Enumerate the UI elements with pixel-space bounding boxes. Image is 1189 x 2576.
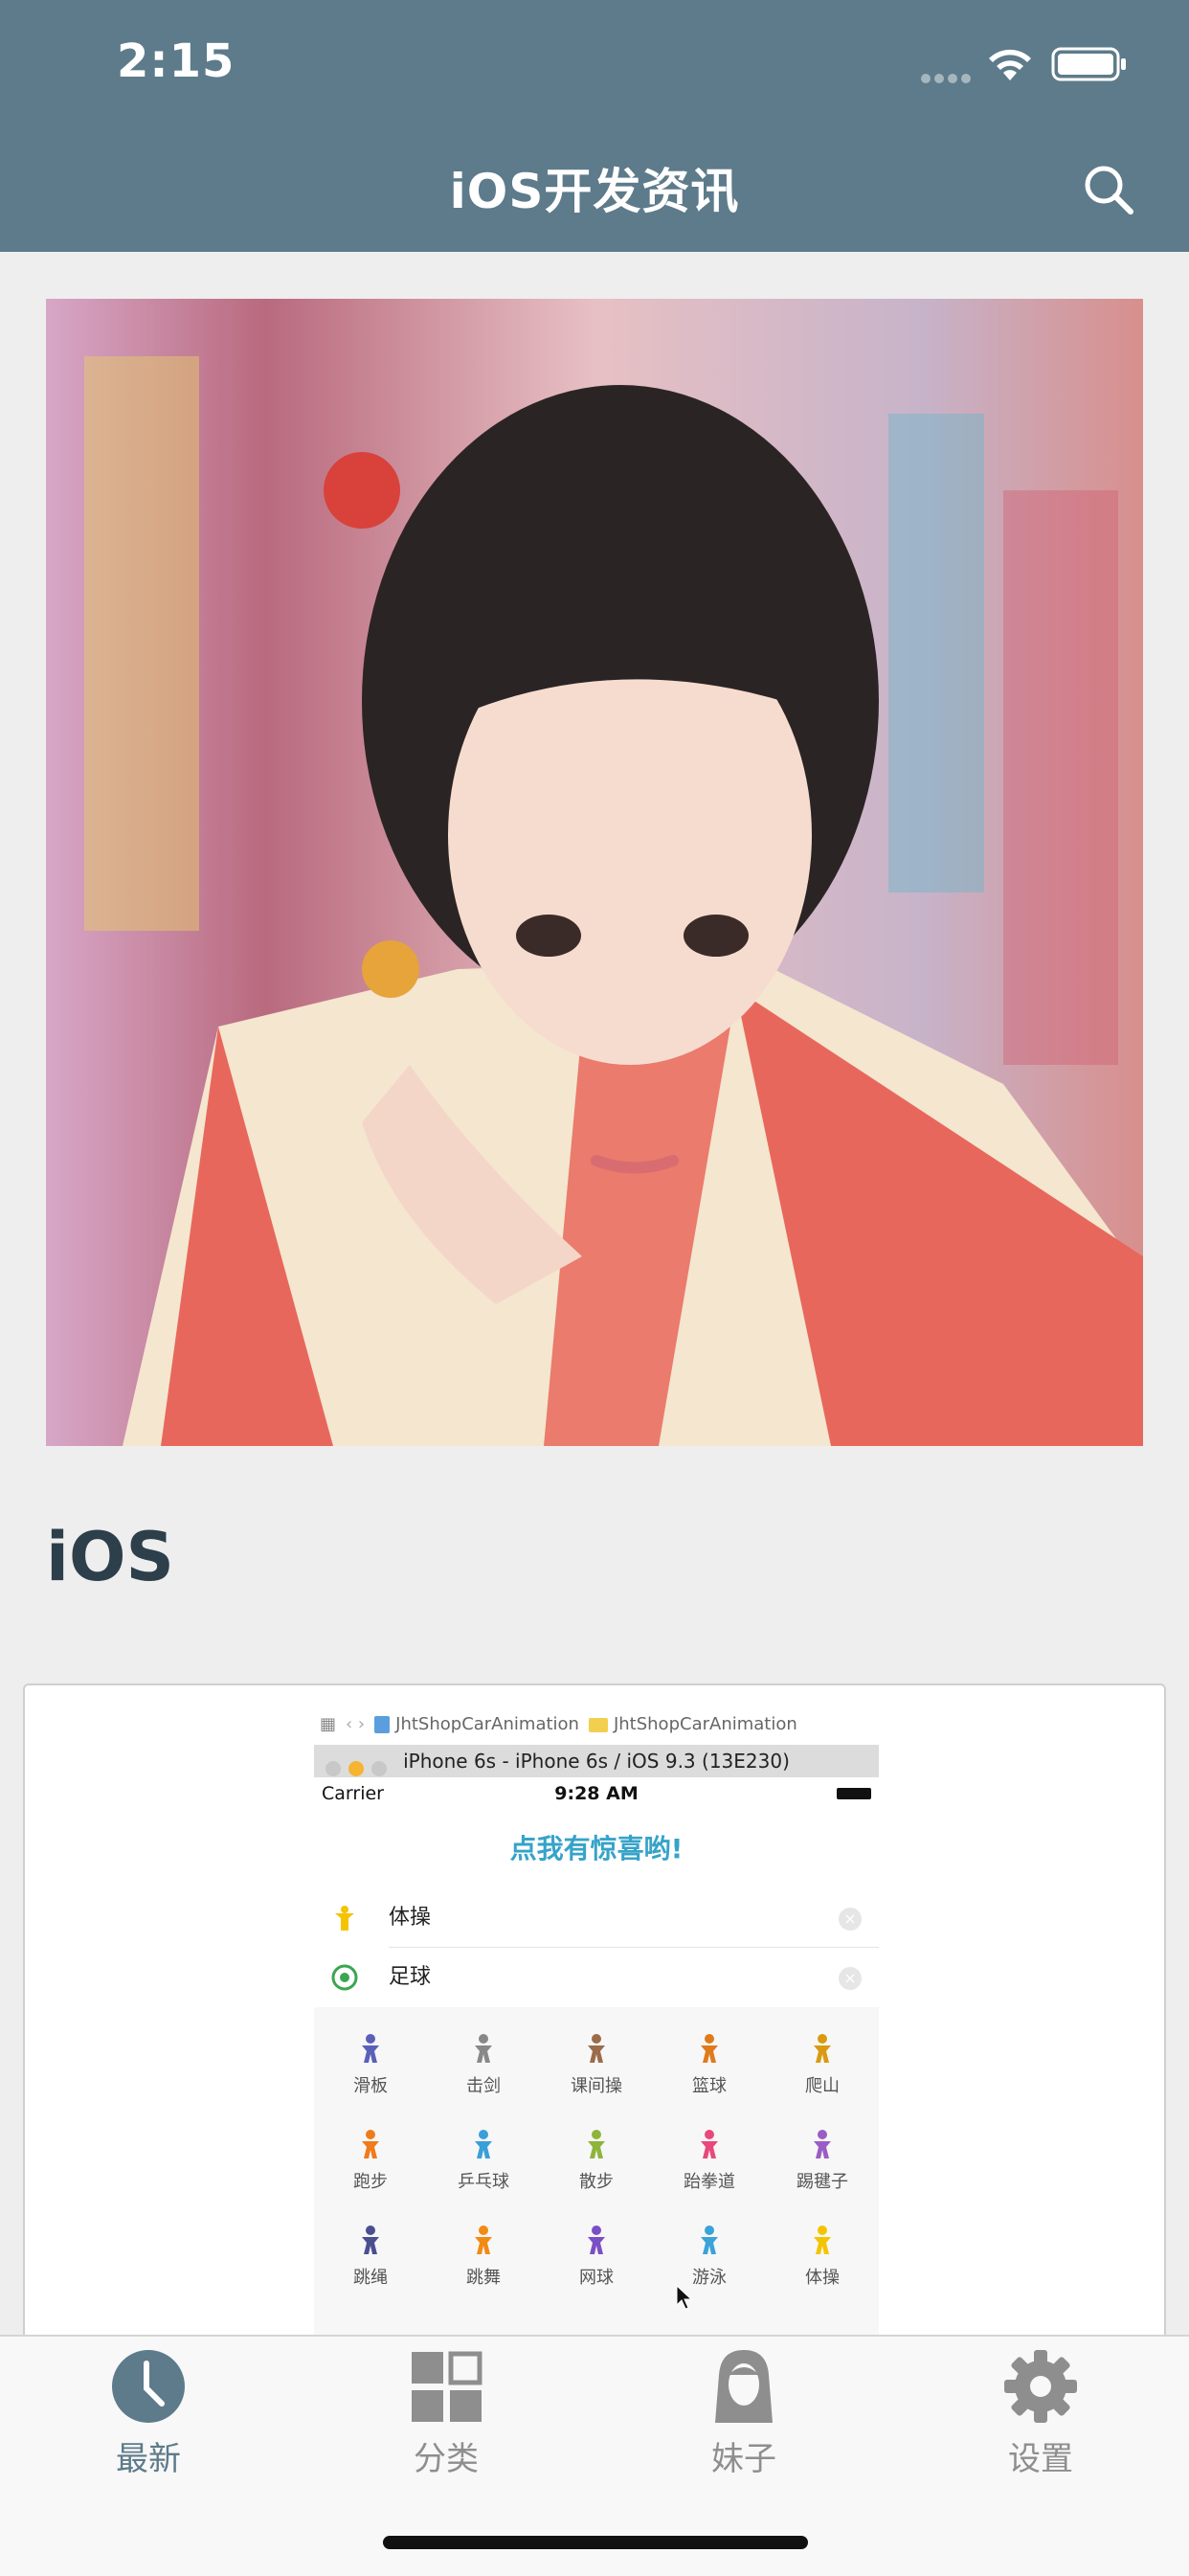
sport-icon bbox=[814, 2034, 831, 2063]
sport-label: 乒乓球 bbox=[458, 2172, 509, 2192]
nav-bar: 2:15 iOS开发资讯 bbox=[0, 0, 1189, 252]
sport-grid-item: 跑步 bbox=[314, 2120, 427, 2216]
tab-settings[interactable]: 设置 bbox=[945, 2346, 1136, 2499]
sport-grid-item: 网球 bbox=[540, 2216, 653, 2312]
sport-grid-item: 跆拳道 bbox=[653, 2120, 766, 2216]
sport-grid-item: 跳舞 bbox=[427, 2216, 540, 2312]
sport-icon bbox=[475, 2226, 492, 2254]
sport-icon bbox=[814, 2130, 831, 2158]
sport-label: 网球 bbox=[579, 2268, 614, 2288]
tab-settings-label: 设置 bbox=[1008, 2440, 1073, 2478]
preview-row: 足球 × bbox=[314, 1948, 879, 2007]
sport-label: 跑步 bbox=[353, 2172, 388, 2192]
cellular-signal-icon bbox=[921, 69, 975, 87]
sport-icon bbox=[362, 2226, 379, 2254]
grid-icon bbox=[412, 2351, 482, 2422]
sport-grid-item: 体操 bbox=[766, 2216, 879, 2312]
girl-icon bbox=[715, 2350, 773, 2423]
tab-girl[interactable]: 妹子 bbox=[648, 2346, 840, 2499]
clock-icon bbox=[112, 2350, 185, 2423]
section-title: iOS bbox=[46, 1518, 174, 1596]
sport-grid-item: 游泳 bbox=[653, 2216, 766, 2312]
status-time: 2:15 bbox=[117, 34, 236, 88]
soccer-icon bbox=[331, 1964, 358, 1991]
gear-icon bbox=[1004, 2350, 1077, 2423]
sport-label: 跳绳 bbox=[353, 2268, 388, 2288]
sport-label: 滑板 bbox=[353, 2076, 388, 2096]
sport-label: 篮球 bbox=[692, 2076, 727, 2096]
sport-icon bbox=[475, 2130, 492, 2158]
sport-grid-item: 爬山 bbox=[766, 2024, 879, 2120]
sport-grid-item: 篮球 bbox=[653, 2024, 766, 2120]
sport-icon bbox=[701, 2034, 718, 2063]
sport-grid-item: 跳绳 bbox=[314, 2216, 427, 2312]
sport-label: 踢毽子 bbox=[796, 2172, 848, 2192]
preview-header: 点我有惊喜哟! bbox=[314, 1810, 879, 1890]
sport-icon bbox=[475, 2034, 492, 2063]
preview-time: 9:28 AM bbox=[554, 1783, 639, 1804]
wifi-icon bbox=[989, 49, 1031, 80]
tab-latest-label: 最新 bbox=[116, 2440, 181, 2478]
portrait-photo bbox=[46, 299, 1143, 1446]
tab-category[interactable]: 分类 bbox=[350, 2346, 542, 2499]
page-title: iOS开发资讯 bbox=[449, 164, 740, 219]
sport-grid-item: 散步 bbox=[540, 2120, 653, 2216]
folder-icon bbox=[588, 1717, 608, 1732]
preview-breadcrumb: ▦ ‹ › JhtShopCarAnimation JhtShopCarAnimati… bbox=[314, 1705, 879, 1745]
tab-girl-label: 妹子 bbox=[711, 2440, 776, 2478]
tab-latest[interactable]: 最新 bbox=[53, 2346, 244, 2499]
gymnastics-icon bbox=[335, 1906, 354, 1931]
sport-label: 体操 bbox=[805, 2268, 840, 2288]
sport-icon bbox=[362, 2130, 379, 2158]
file-icon bbox=[374, 1716, 391, 1733]
grid-icon: ▦ bbox=[320, 1714, 337, 1734]
clear-icon: × bbox=[839, 1967, 862, 1990]
preview-window-title: iPhone 6s - iPhone 6s / iOS 9.3 (13E230) bbox=[403, 1750, 790, 1773]
cursor-icon bbox=[676, 2285, 693, 2310]
sport-label: 跆拳道 bbox=[684, 2172, 735, 2192]
sport-grid-item: 乒乓球 bbox=[427, 2120, 540, 2216]
sport-grid-item: 踢毽子 bbox=[766, 2120, 879, 2216]
nav-arrows-icon: ‹ › bbox=[346, 1714, 366, 1734]
home-indicator bbox=[383, 2536, 808, 2549]
sport-label: 爬山 bbox=[805, 2076, 840, 2096]
preview-row-label: 体操 bbox=[389, 1906, 432, 1930]
preview-crumb-2: JhtShopCarAnimation bbox=[613, 1714, 797, 1734]
sport-grid-item: 课间操 bbox=[540, 2024, 653, 2120]
sport-grid-item: 击剑 bbox=[427, 2024, 540, 2120]
sport-icon bbox=[588, 2226, 605, 2254]
sport-icon bbox=[701, 2226, 718, 2254]
sport-icon bbox=[362, 2034, 379, 2063]
sport-label: 跳舞 bbox=[466, 2268, 501, 2288]
sport-icon bbox=[814, 2226, 831, 2254]
sport-label: 课间操 bbox=[571, 2076, 622, 2096]
clear-icon: × bbox=[839, 1908, 862, 1931]
tab-category-label: 分类 bbox=[414, 2440, 479, 2478]
article-preview-image: ▦ ‹ › JhtShopCarAnimation JhtShopCarAnimati… bbox=[314, 1705, 879, 2356]
preview-row-label: 足球 bbox=[389, 1965, 432, 1989]
preview-status-bar: Carrier 9:28 AM bbox=[314, 1777, 879, 1810]
preview-row: 体操 × bbox=[314, 1888, 879, 1948]
sport-label: 击剑 bbox=[466, 2076, 501, 2096]
sport-icon bbox=[588, 2130, 605, 2158]
sport-grid-item: 滑板 bbox=[314, 2024, 427, 2120]
sport-icon bbox=[701, 2130, 718, 2158]
sport-label: 散步 bbox=[579, 2172, 614, 2192]
search-icon[interactable] bbox=[1080, 161, 1137, 218]
preview-window-bar: iPhone 6s - iPhone 6s / iOS 9.3 (13E230) bbox=[314, 1745, 879, 1777]
preview-battery-icon bbox=[837, 1788, 871, 1799]
sport-label: 游泳 bbox=[692, 2268, 727, 2288]
preview-crumb-1: JhtShopCarAnimation bbox=[395, 1714, 579, 1734]
featured-image[interactable] bbox=[46, 299, 1143, 1446]
article-card[interactable]: ▦ ‹ › JhtShopCarAnimation JhtShopCarAnimati… bbox=[23, 1683, 1166, 2356]
battery-icon bbox=[1051, 47, 1126, 81]
sport-icon bbox=[588, 2034, 605, 2063]
